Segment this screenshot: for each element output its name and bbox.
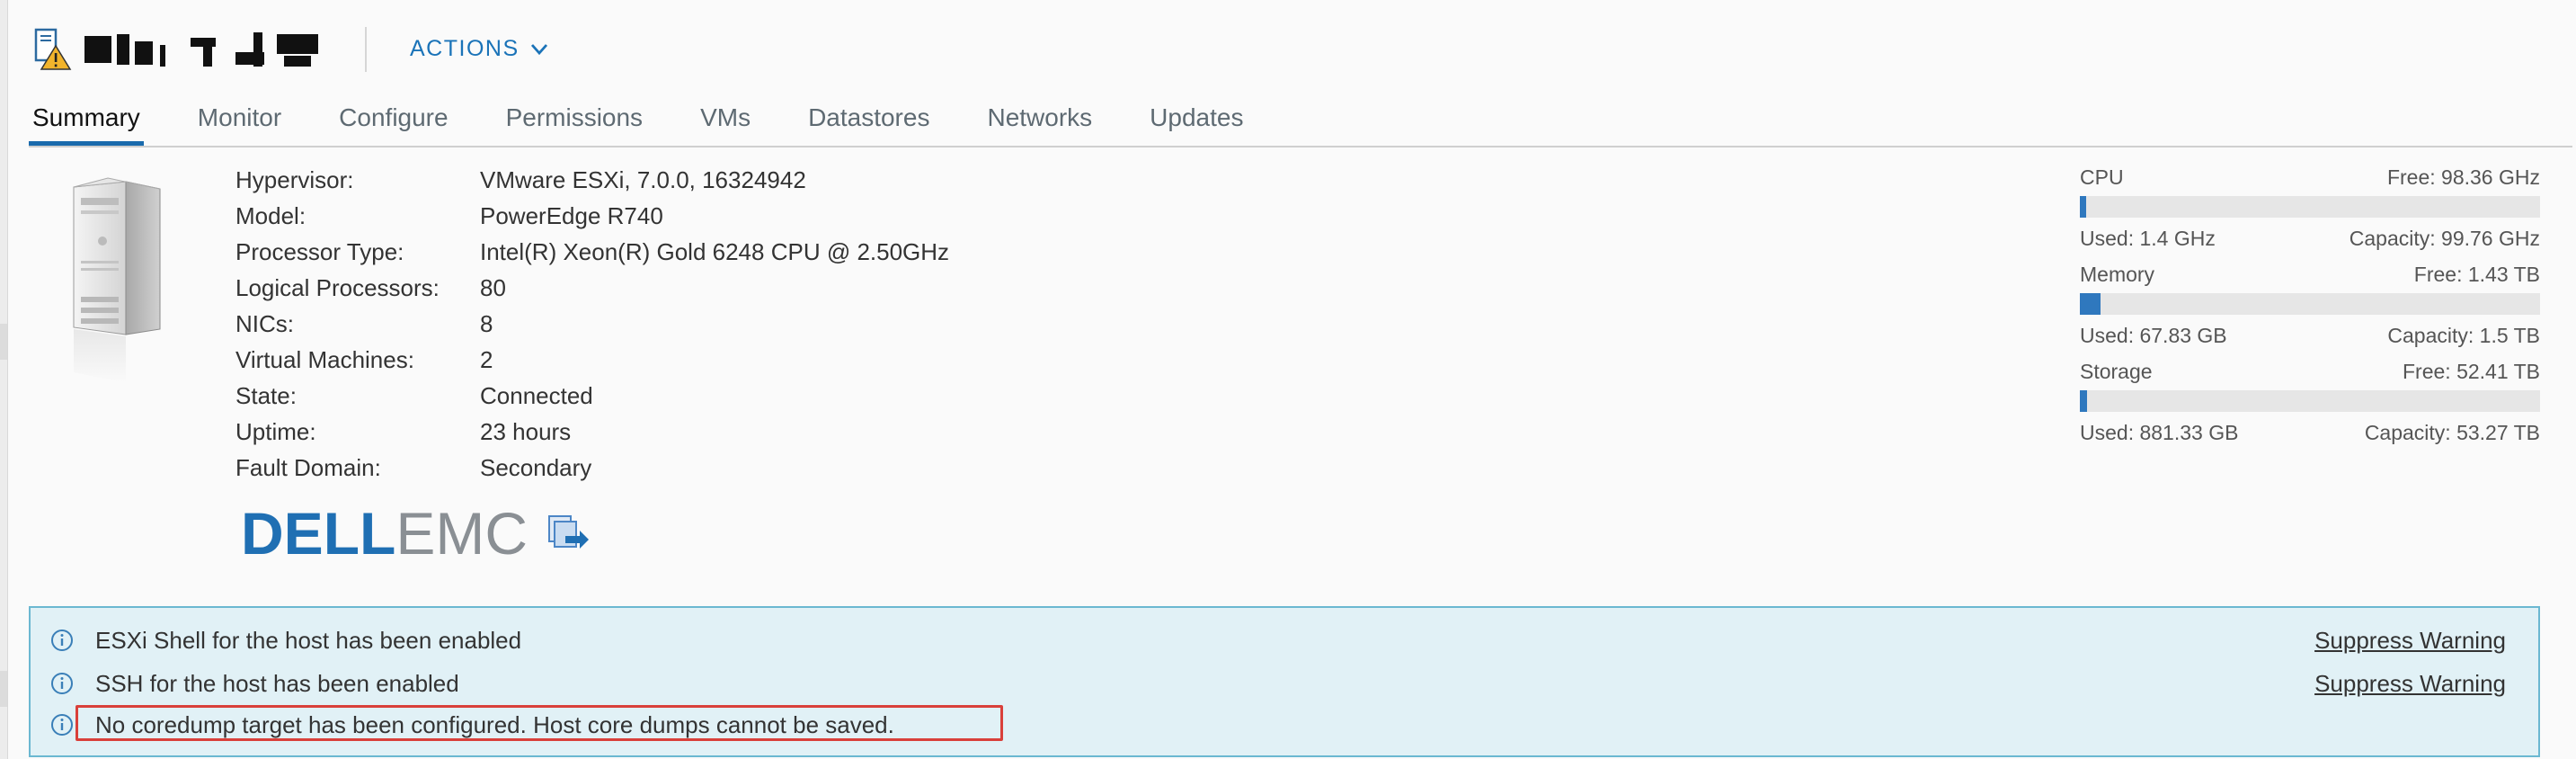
property-label: Virtual Machines:: [235, 346, 414, 373]
memory-meter: Memory Free: 1.43 TB Used: 67.83 GB Capaci…: [2080, 261, 2540, 349]
warning-row: SSH for the host has been enabled Suppre…: [31, 664, 2538, 703]
property-label: State:: [235, 382, 297, 409]
storage-capacity: Capacity: 53.27 TB: [2364, 421, 2540, 444]
property-label: Logical Processors:: [235, 274, 440, 301]
info-icon: [50, 629, 74, 652]
dell-emc-logo: D ELL EMC: [241, 504, 591, 563]
property-row: State: Connected: [235, 378, 949, 414]
property-value: Secondary: [480, 454, 592, 481]
vendor-wordmark: D ELL EMC: [241, 500, 528, 567]
left-panel-marker: [0, 671, 7, 707]
property-value: 80: [480, 274, 506, 301]
header-divider: [365, 27, 367, 72]
info-icon: [50, 672, 74, 695]
suppress-warning-link[interactable]: Suppress Warning: [2314, 627, 2506, 655]
info-icon: [50, 713, 74, 737]
memory-free: Free: 1.43 TB: [2413, 263, 2540, 286]
property-label: Uptime:: [235, 418, 316, 445]
property-row: Logical Processors: 80: [235, 270, 949, 306]
memory-usage-bar: [2080, 293, 2540, 315]
tab-underline: [29, 146, 2572, 147]
memory-label: Memory: [2080, 263, 2155, 286]
host-properties: Hypervisor: VMware ESXi, 7.0.0, 16324942 …: [235, 162, 949, 486]
tab-vms[interactable]: VMs: [700, 94, 751, 146]
property-value: VMware ESXi, 7.0.0, 16324942: [480, 166, 806, 193]
property-row: Uptime: 23 hours: [235, 414, 949, 450]
storage-usage-bar: [2080, 390, 2540, 412]
cpu-used: Used: 1.4 GHz: [2080, 227, 2216, 250]
memory-capacity: Capacity: 1.5 TB: [2387, 324, 2540, 347]
storage-meter: Storage Free: 52.41 TB Used: 881.33 GB Cap…: [2080, 358, 2540, 446]
server-icon: [68, 174, 167, 385]
property-label: Processor Type:: [235, 238, 404, 265]
actions-menu[interactable]: ACTIONS: [410, 31, 548, 67]
tab-datastores[interactable]: Datastores: [808, 94, 929, 146]
highlight-box: [76, 705, 1003, 741]
warning-message: ESXi Shell for the host has been enabled: [95, 626, 522, 654]
tab-permissions[interactable]: Permissions: [506, 94, 643, 146]
storage-usage-fill: [2080, 390, 2088, 412]
property-value: PowerEdge R740: [480, 202, 663, 229]
warning-row: ESXi Shell for the host has been enabled…: [31, 621, 2538, 660]
memory-usage-fill: [2080, 293, 2101, 315]
property-value: 2: [480, 346, 493, 373]
property-row: Processor Type: Intel(R) Xeon(R) Gold 624…: [235, 234, 949, 270]
property-value: 8: [480, 310, 493, 337]
cpu-meter: CPU Free: 98.36 GHz Used: 1.4 GHz Capacity…: [2080, 164, 2540, 252]
cpu-usage-fill: [2080, 196, 2087, 218]
object-header: [32, 22, 320, 77]
property-row: NICs: 8: [235, 306, 949, 342]
cpu-usage-bar: [2080, 196, 2540, 218]
tab-configure[interactable]: Configure: [339, 94, 448, 146]
property-value: Connected: [480, 382, 593, 409]
warnings-panel: ESXi Shell for the host has been enabled…: [29, 606, 2540, 757]
property-row: Model: PowerEdge R740: [235, 198, 949, 234]
tab-summary[interactable]: Summary: [29, 94, 144, 146]
property-label: Hypervisor:: [235, 166, 354, 193]
left-panel-edge: [0, 0, 8, 759]
property-value: Intel(R) Xeon(R) Gold 6248 CPU @ 2.50GHz: [480, 238, 950, 265]
actions-label: ACTIONS: [410, 35, 520, 61]
launch-icon[interactable]: [546, 513, 591, 554]
suppress-warning-link[interactable]: Suppress Warning: [2314, 670, 2506, 698]
property-row: Fault Domain: Secondary: [235, 450, 949, 486]
tab-updates[interactable]: Updates: [1150, 94, 1243, 146]
property-row: Hypervisor: VMware ESXi, 7.0.0, 16324942: [235, 162, 949, 198]
cpu-free: Free: 98.36 GHz: [2386, 165, 2540, 189]
storage-label: Storage: [2080, 360, 2153, 383]
cpu-capacity: Capacity: 99.76 GHz: [2349, 227, 2540, 250]
left-panel-marker: [0, 324, 7, 360]
property-row: Virtual Machines: 2: [235, 342, 949, 378]
redacted-host-name: [84, 29, 320, 70]
property-label: NICs:: [235, 310, 294, 337]
tab-monitor[interactable]: Monitor: [198, 94, 281, 146]
property-label: Model:: [235, 202, 306, 229]
chevron-down-icon: [530, 36, 548, 62]
memory-used: Used: 67.83 GB: [2080, 324, 2227, 347]
tab-bar: Summary Monitor Configure Permissions VM…: [29, 94, 1301, 146]
cpu-label: CPU: [2080, 165, 2124, 189]
storage-free: Free: 52.41 TB: [2403, 360, 2540, 383]
host-warning-icon: [32, 28, 72, 71]
warning-message: SSH for the host has been enabled: [95, 669, 459, 697]
property-label: Fault Domain:: [235, 454, 381, 481]
property-value: 23 hours: [480, 418, 572, 445]
storage-used: Used: 881.33 GB: [2080, 421, 2239, 444]
tab-networks[interactable]: Networks: [987, 94, 1092, 146]
